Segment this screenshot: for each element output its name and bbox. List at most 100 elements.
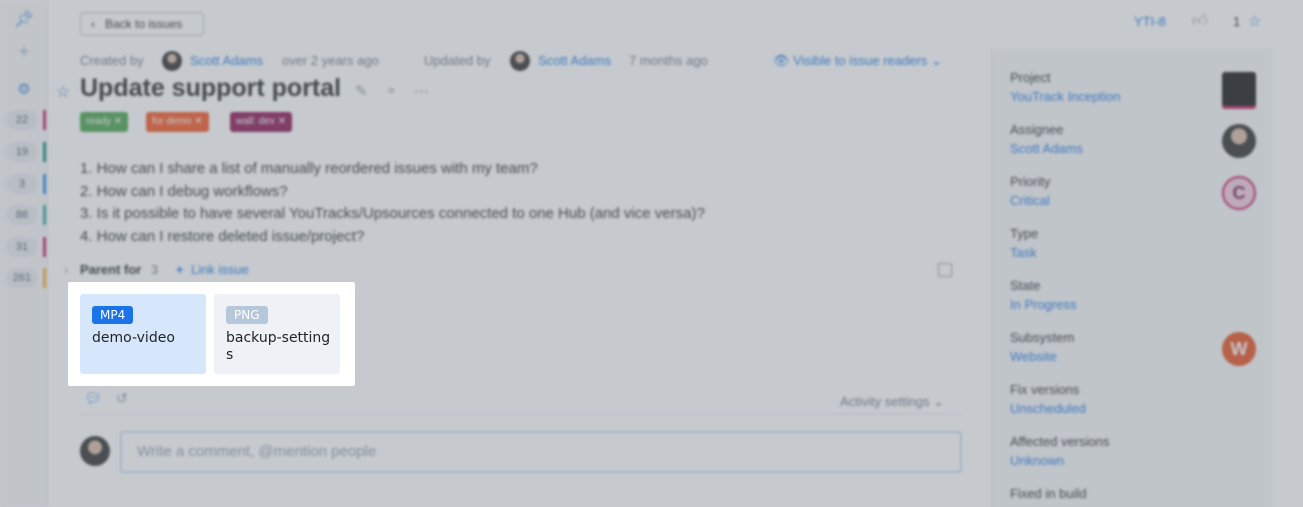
- comment-input[interactable]: Write a comment, @mention people: [120, 431, 962, 473]
- star-count: 1: [1233, 14, 1241, 29]
- description-line: 1. How can I share a list of manually re…: [80, 160, 538, 177]
- field-priority[interactable]: Priority Critical: [1010, 174, 1050, 208]
- field-value[interactable]: Website: [1010, 349, 1074, 364]
- copy-icon[interactable]: [938, 263, 952, 277]
- field-subsystem[interactable]: Subsystem Website: [1010, 330, 1074, 364]
- field-assignee[interactable]: Assignee Scott Adams: [1010, 122, 1083, 156]
- field-label: Priority: [1010, 174, 1051, 189]
- rail-count[interactable]: 19: [6, 142, 38, 162]
- description-line: 3. Is it possible to have several YouTra…: [80, 205, 705, 222]
- rail-count[interactable]: 22: [6, 110, 38, 130]
- tag-label: for demo: [152, 116, 192, 127]
- description-line: 2. How can I debug workflows?: [80, 182, 288, 200]
- chevron-left-icon: ‹: [91, 17, 95, 31]
- comments-icon[interactable]: 💬︎: [84, 390, 102, 407]
- rail-count[interactable]: 31: [6, 237, 38, 257]
- field-value[interactable]: Unknown: [1010, 453, 1109, 468]
- visibility-label: Visible to issue readers: [793, 53, 928, 68]
- avatar: [510, 51, 530, 71]
- updated-by-label: Updated by: [424, 53, 491, 68]
- close-icon[interactable]: ✕: [194, 116, 202, 127]
- close-icon[interactable]: ✕: [278, 116, 286, 127]
- issue-title: Update support portal: [80, 74, 342, 102]
- rail-count[interactable]: 3: [6, 174, 38, 194]
- avatar: [162, 51, 182, 71]
- parent-for-label[interactable]: Parent for: [80, 262, 141, 277]
- field-value[interactable]: Critical: [1010, 193, 1050, 208]
- description-line: 4. How can I restore deleted issue/proje…: [80, 227, 365, 245]
- rail-color-bar: [43, 174, 46, 194]
- attachment-backup-settings[interactable]: PNG backup-settings: [214, 294, 340, 374]
- updated-by-user[interactable]: Scott Adams: [538, 53, 611, 68]
- settings-icon[interactable]: ⚙: [14, 80, 34, 100]
- rail-count[interactable]: 261: [6, 268, 38, 288]
- close-icon[interactable]: ✕: [114, 116, 122, 127]
- created-by-user[interactable]: Scott Adams: [190, 53, 263, 68]
- left-rail: 📌︎ + ⚙ 22 19 3 86 31 261: [0, 0, 48, 507]
- chevron-down-icon: ⌄: [933, 394, 945, 409]
- file-type-badge: MP4: [92, 306, 134, 324]
- star-icon[interactable]: ☆: [1248, 12, 1261, 30]
- field-label: Subsystem: [1010, 330, 1075, 345]
- file-type-badge: PNG: [226, 306, 268, 324]
- field-label: Type: [1010, 226, 1039, 241]
- field-value[interactable]: YouTrack Inception: [1010, 89, 1120, 104]
- field-label: State: [1010, 278, 1041, 293]
- rail-color-bar: [43, 110, 46, 130]
- field-label: Project: [1010, 70, 1051, 85]
- pin-icon[interactable]: 📌︎: [14, 10, 34, 30]
- chevron-right-icon[interactable]: ›: [64, 262, 68, 277]
- updated-time: 7 months ago: [629, 53, 708, 68]
- tag-ready[interactable]: ready ✕: [80, 112, 129, 132]
- thumbs-up-icon[interactable]: 👍︎: [1192, 12, 1208, 30]
- plus-icon[interactable]: +: [176, 262, 184, 277]
- chevron-down-icon: ⌄: [930, 53, 942, 68]
- rail-color-bar: [43, 237, 46, 257]
- issue-fields-panel: Project YouTrack Inception Assignee Scot…: [991, 48, 1272, 507]
- field-label: Fixed in build: [1010, 486, 1087, 501]
- field-value[interactable]: Scott Adams: [1010, 141, 1083, 156]
- link-issue-button[interactable]: Link issue: [191, 262, 249, 277]
- activity-settings-label: Activity settings: [840, 394, 930, 409]
- field-project[interactable]: Project YouTrack Inception: [1010, 70, 1120, 104]
- field-affected-versions[interactable]: Affected versions Unknown: [1010, 434, 1109, 468]
- attachment-demo-video[interactable]: MP4 demo-video: [80, 294, 206, 374]
- created-time: over 2 years ago: [282, 53, 379, 68]
- activity-tabs: 💬︎ ↺: [80, 388, 962, 414]
- attachments-area: MP4 demo-video PNG backup-settings: [68, 282, 355, 386]
- subsystem-icon: W: [1222, 332, 1256, 366]
- attachment-name: demo-video: [92, 330, 175, 346]
- tag-for-demo[interactable]: for demo ✕: [146, 112, 209, 132]
- star-icon[interactable]: ☆: [56, 82, 70, 102]
- created-by-label: Created by: [80, 53, 144, 68]
- field-fixed-in-build[interactable]: Fixed in build: [1010, 486, 1087, 501]
- priority-icon: C: [1222, 176, 1256, 210]
- attachment-name: backup-settings: [226, 330, 331, 363]
- visibility-toggle[interactable]: 👁︎ Visible to issue readers ⌄: [773, 53, 942, 69]
- rail-count[interactable]: 86: [6, 205, 38, 225]
- avatar: [80, 436, 110, 466]
- issue-id[interactable]: YTI-8: [1134, 14, 1166, 29]
- field-fix-versions[interactable]: Fix versions Unscheduled: [1010, 382, 1086, 416]
- field-label: Fix versions: [1010, 382, 1080, 397]
- pencil-icon[interactable]: ✎: [355, 82, 368, 100]
- eye-icon: 👁︎: [773, 53, 790, 68]
- tag-wall-dev[interactable]: wall: dev ✕: [230, 112, 293, 132]
- field-state[interactable]: State In Progress: [1010, 278, 1076, 312]
- project-icon: [1222, 72, 1256, 106]
- add-icon[interactable]: +: [14, 42, 34, 62]
- rail-color-bar: [43, 142, 46, 162]
- more-icon[interactable]: ⋯: [414, 82, 429, 100]
- field-value[interactable]: Task: [1010, 245, 1038, 260]
- back-button-label: Back to issues: [105, 17, 183, 31]
- field-label: Affected versions: [1010, 434, 1110, 449]
- field-value[interactable]: Unscheduled: [1010, 401, 1086, 416]
- links-row: › Parent for 3 + Link issue: [64, 262, 249, 277]
- tag-icon[interactable]: ⚬: [385, 82, 398, 100]
- activity-settings[interactable]: Activity settings ⌄: [840, 394, 944, 410]
- field-value[interactable]: In Progress: [1010, 297, 1076, 312]
- history-icon[interactable]: ↺: [116, 390, 128, 407]
- back-to-issues-button[interactable]: ‹ Back to issues: [80, 12, 204, 36]
- field-type[interactable]: Type Task: [1010, 226, 1038, 260]
- tag-label: wall: dev: [236, 116, 275, 127]
